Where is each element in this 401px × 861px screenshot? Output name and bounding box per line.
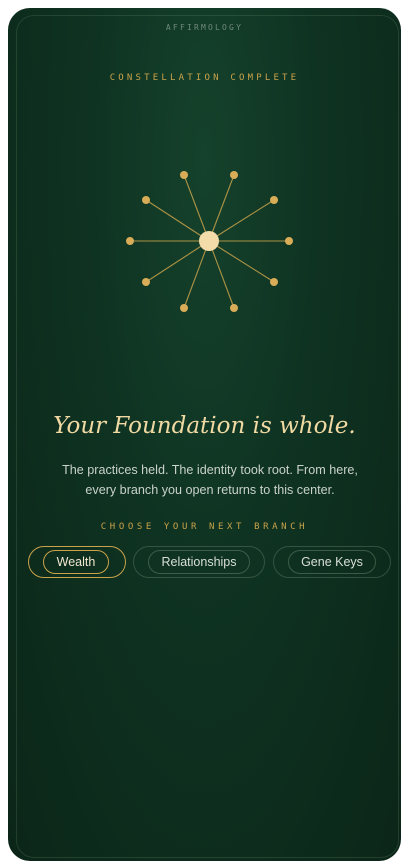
body-text: The practices held. The identity took ro… [45,460,375,500]
star-node-icon [230,171,238,179]
star-node-icon [126,237,134,245]
constellation-ray [183,174,210,242]
branch-pill-wealth[interactable]: Wealth [28,546,126,578]
body-line: The practices held. The identity took ro… [62,463,358,477]
star-node-icon [230,304,238,312]
constellation-ray [208,240,235,309]
branch-pill-label: Gene Keys [288,550,376,574]
star-node-icon [180,171,188,179]
star-node-icon [270,196,278,204]
branch-prompt: CHOOSE YOUR NEXT BRANCH [100,522,309,532]
branch-pill-relationships[interactable]: Relationships [133,546,265,578]
center-node-icon [199,231,219,251]
star-node-icon [285,237,293,245]
headline: Your Foundation is whole. [53,413,356,439]
constellation-ray [145,199,210,242]
star-node-icon [142,196,150,204]
constellation-ray [183,240,210,309]
constellation-ray [208,174,235,242]
constellation-ray [145,240,210,283]
star-node-icon [142,278,150,286]
star-node-icon [180,304,188,312]
branch-pill-gene-keys[interactable]: Gene Keys [273,546,391,578]
body-line: every branch you open returns to this ce… [85,483,335,497]
constellation-ray [208,240,275,283]
star-node-icon [270,278,278,286]
branch-pill-label: Relationships [148,550,250,574]
branch-pill-label: Wealth [43,550,109,574]
constellation-ray [208,199,275,242]
